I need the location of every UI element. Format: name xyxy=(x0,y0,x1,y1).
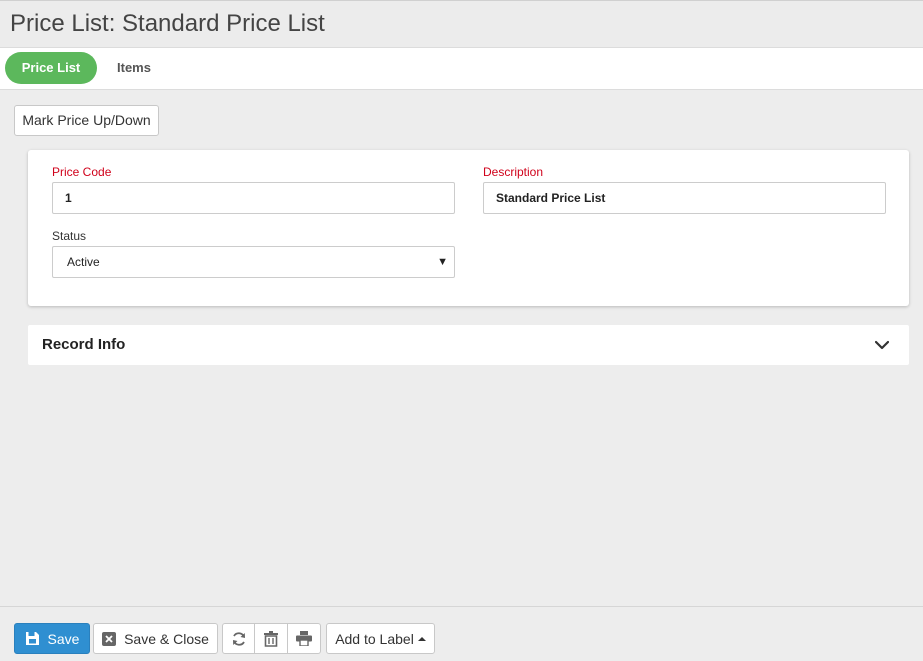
title-bar: Price List: Standard Price List xyxy=(0,0,923,48)
save-and-close-label: Save & Close xyxy=(124,630,209,647)
save-icon xyxy=(25,632,39,645)
refresh-icon xyxy=(232,631,245,646)
add-to-label-button[interactable]: Add to Label xyxy=(326,623,435,654)
status-select[interactable]: Active ▼ xyxy=(52,246,455,278)
price-list-form-card: Price Code Description Status Active ▼ xyxy=(28,150,909,306)
print-icon xyxy=(296,631,312,646)
record-info-title: Record Info xyxy=(42,336,126,353)
save-and-close-button[interactable]: Save & Close xyxy=(93,623,218,654)
close-box-icon xyxy=(102,631,117,646)
add-to-label-text: Add to Label xyxy=(335,630,414,647)
description-label: Description xyxy=(483,165,544,179)
save-button[interactable]: Save xyxy=(14,623,90,654)
trash-icon xyxy=(264,630,278,647)
caret-up-icon xyxy=(417,636,426,641)
status-select-value: Active xyxy=(67,255,100,269)
delete-button[interactable] xyxy=(255,623,288,654)
mark-price-up-down-button[interactable]: Mark Price Up/Down xyxy=(14,105,159,136)
record-info-panel[interactable]: Record Info xyxy=(28,325,909,365)
print-button[interactable] xyxy=(288,623,321,654)
tab-price-list[interactable]: Price List xyxy=(5,52,97,84)
price-code-input[interactable] xyxy=(52,182,455,214)
refresh-button[interactable] xyxy=(222,623,255,654)
page-title: Price List: Standard Price List xyxy=(10,10,325,37)
chevron-down-icon[interactable] xyxy=(875,338,889,352)
status-label: Status xyxy=(52,229,87,243)
dropdown-arrow-icon: ▼ xyxy=(437,256,448,268)
save-label: Save xyxy=(47,630,80,647)
footer-toolbar: Save Save & Close Add to Label xyxy=(0,606,923,661)
description-input[interactable] xyxy=(483,182,886,214)
tab-items[interactable]: Items xyxy=(107,52,161,84)
price-code-label: Price Code xyxy=(52,165,112,179)
tab-bar: Price List Items xyxy=(0,48,923,90)
